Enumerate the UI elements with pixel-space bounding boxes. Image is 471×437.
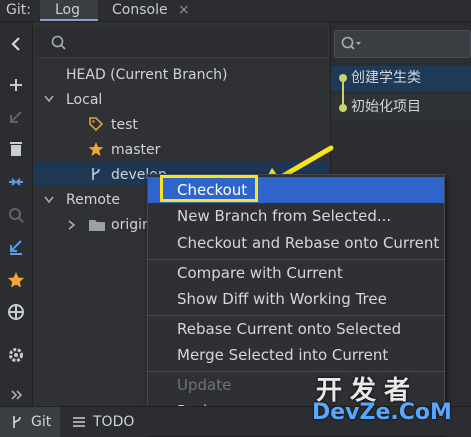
commit-row[interactable]: 初始化项目 bbox=[331, 95, 471, 120]
menu-item-merge[interactable]: Merge Selected into Current bbox=[148, 342, 444, 368]
search-icon bbox=[50, 34, 68, 52]
bottom-tab-todo[interactable]: TODO bbox=[93, 407, 134, 437]
settings-gear-icon[interactable] bbox=[6, 345, 26, 365]
favorite-star-icon[interactable] bbox=[6, 270, 26, 290]
menu-item-show-diff[interactable]: Show Diff with Working Tree bbox=[148, 286, 444, 312]
tab-console[interactable]: Console bbox=[112, 0, 168, 20]
commit-graph bbox=[336, 70, 350, 118]
branch-icon bbox=[88, 166, 104, 182]
tab-console-close-icon[interactable]: × bbox=[178, 0, 190, 20]
tree-branch-master[interactable]: master bbox=[111, 139, 160, 161]
search-dropdown-icon[interactable] bbox=[340, 35, 362, 53]
collapse-left-icon[interactable] bbox=[6, 34, 26, 54]
commit-search-input[interactable] bbox=[334, 30, 471, 58]
menu-item-compare[interactable]: Compare with Current bbox=[148, 260, 444, 286]
left-toolbar bbox=[0, 22, 33, 406]
watermark-logo-bottom: DevZe.CoM bbox=[312, 400, 452, 425]
list-icon bbox=[72, 416, 86, 428]
merge-arrows-icon[interactable] bbox=[6, 172, 26, 192]
git-tool-window-title: Git: bbox=[6, 2, 31, 18]
menu-item-new-branch[interactable]: New Branch from Selected... bbox=[148, 203, 444, 229]
chevron-down-icon[interactable] bbox=[43, 93, 55, 105]
tag-icon bbox=[88, 116, 104, 132]
crosshair-icon[interactable] bbox=[6, 302, 26, 322]
tree-group-local[interactable]: Local bbox=[66, 89, 102, 111]
tool-window-tab-bar: Git: Log Console × bbox=[0, 0, 471, 22]
arrow-down-left-icon[interactable] bbox=[6, 107, 26, 127]
tree-remote-origin[interactable]: origin bbox=[111, 214, 151, 236]
branch-icon bbox=[10, 414, 24, 430]
add-icon[interactable] bbox=[6, 75, 26, 95]
tree-branch-test[interactable]: test bbox=[111, 114, 138, 136]
tree-group-remote[interactable]: Remote bbox=[66, 189, 120, 211]
fetch-icon[interactable] bbox=[6, 237, 26, 257]
annotation-highlight-box bbox=[160, 175, 258, 202]
menu-item-rebase[interactable]: Rebase Current onto Selected bbox=[148, 316, 444, 342]
chevron-right-icon[interactable] bbox=[66, 219, 78, 231]
search-icon[interactable] bbox=[6, 205, 26, 225]
commit-row[interactable]: 创建学生类 bbox=[331, 66, 471, 91]
tab-log-underline bbox=[40, 19, 98, 21]
tree-item-head[interactable]: HEAD (Current Branch) bbox=[66, 64, 228, 86]
commit-message: 创建学生类 bbox=[351, 70, 421, 86]
branch-search-input[interactable] bbox=[36, 28, 328, 58]
tab-log-label[interactable]: Log bbox=[55, 0, 80, 20]
more-chevron-icon[interactable] bbox=[6, 385, 26, 405]
commit-message: 初始化项目 bbox=[351, 99, 421, 115]
delete-icon[interactable] bbox=[6, 139, 26, 159]
bottom-tab-git-label[interactable]: Git bbox=[31, 407, 51, 437]
chevron-down-icon[interactable] bbox=[43, 194, 55, 206]
menu-item-checkout-rebase[interactable]: Checkout and Rebase onto Current bbox=[148, 230, 444, 256]
star-icon bbox=[88, 141, 104, 157]
folder-icon bbox=[88, 217, 106, 233]
